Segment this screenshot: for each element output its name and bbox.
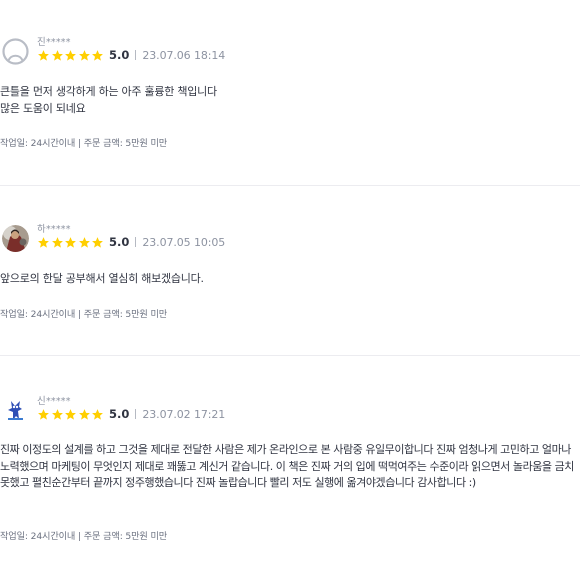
star-rating bbox=[37, 49, 104, 62]
star-rating bbox=[37, 236, 104, 249]
rating-line: 5.0 23.07.06 18:14 bbox=[37, 48, 225, 62]
reviewer-nickname: 진***** bbox=[37, 37, 71, 48]
star-icon bbox=[78, 236, 90, 248]
review-text: 앞으로의 한달 공부해서 열심히 해보겠습니다. bbox=[0, 272, 204, 285]
rating-score: 5.0 bbox=[109, 235, 130, 249]
review-date: 23.07.05 10:05 bbox=[142, 235, 226, 249]
star-icon bbox=[51, 49, 63, 61]
star-icon bbox=[78, 49, 90, 61]
review-text: 큰틀을 먼저 생각하게 하는 아주 훌륭한 책입니다 많은 도움이 되네요 bbox=[0, 85, 217, 115]
star-icon bbox=[38, 236, 49, 248]
review-text: 진짜 이정도의 설계를 하고 그것을 제대로 전달한 사람은 제가 온라인으로 … bbox=[0, 443, 574, 489]
reviewer-nickname: 신***** bbox=[37, 396, 71, 407]
review-divider bbox=[0, 355, 580, 356]
review-header: 진***** 5.0 23.07.06 18:14 bbox=[0, 37, 580, 70]
star-icon bbox=[78, 408, 90, 420]
order-meta: 작업일: 24시간이내 | 주문 금액: 5만원 미만 bbox=[0, 309, 168, 320]
star-icon bbox=[92, 408, 103, 420]
star-icon bbox=[92, 236, 103, 248]
rating-line: 5.0 23.07.02 17:21 bbox=[37, 407, 225, 421]
review-date: 23.07.06 18:14 bbox=[142, 48, 226, 62]
divider bbox=[135, 237, 137, 247]
profile-photo-avatar bbox=[2, 225, 29, 252]
review-header: 신***** 5.0 23.07.02 17:21 bbox=[0, 396, 580, 429]
rating-score: 5.0 bbox=[109, 407, 130, 421]
rating-score: 5.0 bbox=[109, 48, 130, 62]
review-header: 하***** 5.0 23.07.05 10:05 bbox=[0, 224, 580, 257]
order-meta: 작업일: 24시간이내 | 주문 금액: 5만원 미만 bbox=[0, 531, 168, 542]
review-date: 23.07.02 17:21 bbox=[142, 407, 226, 421]
star-icon bbox=[65, 236, 76, 248]
review-divider bbox=[0, 185, 580, 186]
star-icon bbox=[38, 408, 49, 420]
default-user-icon bbox=[2, 38, 29, 65]
rating-line: 5.0 23.07.05 10:05 bbox=[37, 235, 225, 249]
star-icon bbox=[92, 49, 103, 61]
character-avatar bbox=[2, 397, 29, 424]
order-meta: 작업일: 24시간이내 | 주문 금액: 5만원 미만 bbox=[0, 138, 168, 149]
star-icon bbox=[51, 408, 63, 420]
star-rating bbox=[37, 408, 104, 421]
divider bbox=[135, 50, 137, 60]
divider bbox=[135, 409, 137, 419]
star-icon bbox=[38, 49, 49, 61]
star-icon bbox=[51, 236, 63, 248]
reviewer-nickname: 하***** bbox=[37, 224, 71, 235]
star-icon bbox=[65, 408, 76, 420]
star-icon bbox=[65, 49, 76, 61]
